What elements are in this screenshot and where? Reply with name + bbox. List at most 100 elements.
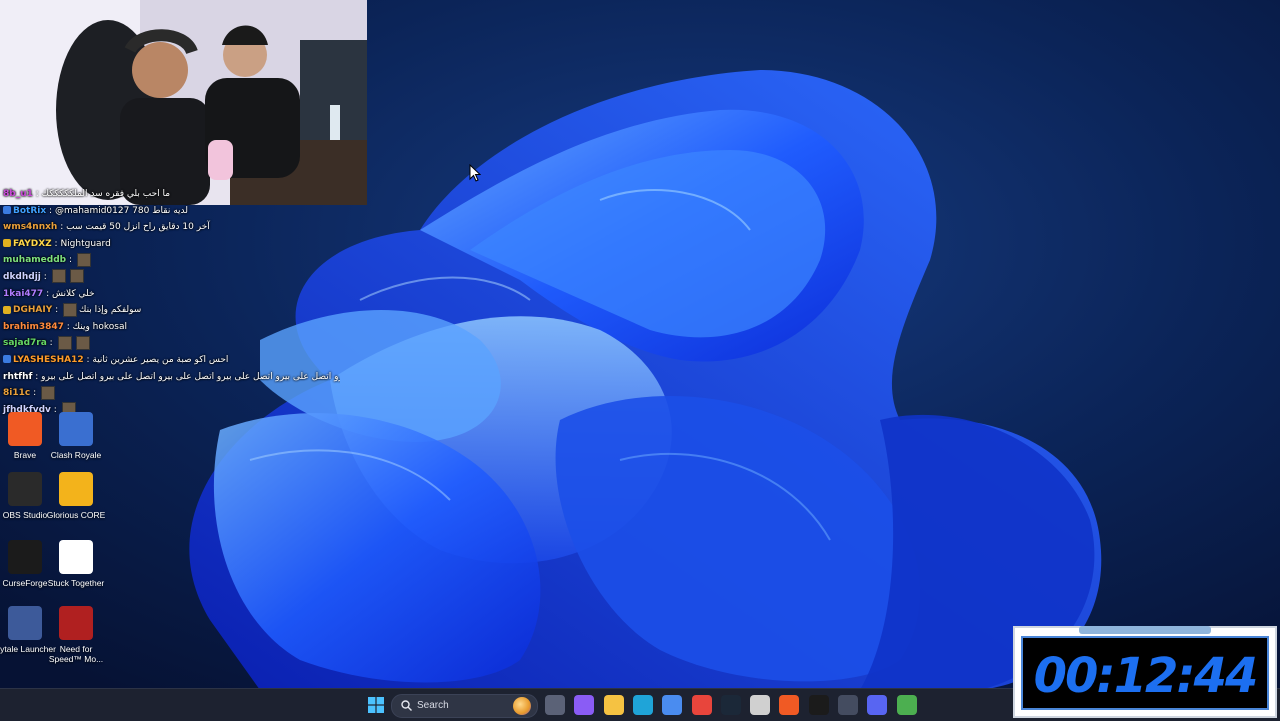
chat-separator: : — [32, 189, 42, 199]
chat-message: BotRix : @mahamid0127 780 لديه نقاط — [0, 203, 340, 220]
chat-text: ما احب بلي فقره سد الملكككككك — [41, 189, 171, 199]
desktop-icon-nfs[interactable]: Need for Speed™ Mo... — [45, 606, 107, 664]
chat-badge-icon — [3, 206, 11, 215]
chat-text: آخر 10 دقايق راح انزل 50 قيمت سب — [66, 222, 210, 233]
chat-separator: : — [66, 255, 75, 266]
chat-emote-icon — [63, 302, 77, 317]
chat-emote-icon — [76, 252, 91, 267]
glorious-icon — [59, 472, 93, 506]
chat-separator: : — [32, 371, 42, 382]
desktop-icon-label: Stuck Together — [47, 578, 105, 588]
chat-username[interactable]: muhameddb — [3, 255, 66, 265]
lamp-graphic — [208, 140, 233, 180]
curseforge-icon[interactable] — [808, 695, 829, 715]
desktop-icon-label: Need for Speed™ Mo... — [48, 644, 104, 664]
desktop-icon-glorious[interactable]: Glorious CORE — [45, 472, 107, 520]
mouse-cursor-icon — [469, 164, 481, 182]
chat-separator: : — [30, 388, 39, 399]
chat-message: DGHAIY : سولفكم وإذا بنك — [0, 302, 340, 319]
chat-message: FAYDXZ : Nightguard — [0, 236, 340, 253]
package-icon[interactable] — [896, 695, 917, 715]
chat-username[interactable]: wms4nnxh — [3, 222, 57, 232]
microsoft-store-icon[interactable] — [662, 695, 683, 715]
taskbar-search-box[interactable]: Search — [391, 694, 538, 718]
chat-message: brahim3847 : وينك hokosal — [0, 319, 340, 336]
timer-value: 00:12:44 — [1033, 648, 1259, 704]
timer-display: 00:12:44 — [1021, 636, 1269, 710]
windows-logo-icon — [368, 697, 384, 713]
app-icon[interactable] — [838, 695, 858, 715]
brave-icon — [8, 412, 42, 446]
chat-emote-icon — [75, 335, 90, 350]
start-button[interactable] — [366, 695, 386, 715]
chat-separator: : — [46, 338, 56, 349]
bottle-graphic — [330, 105, 340, 140]
chat-message: 8b_u1 : ما احب بلي فقره سد الملكككككك — [0, 186, 340, 203]
desktop-icon-clash-royale[interactable]: Clash Royale — [45, 412, 107, 460]
search-placeholder: Search — [417, 700, 449, 711]
chat-message: dkdhdjj : — [0, 269, 340, 286]
stream-chat: 8b_u1 : ما احب بلي فقره سد الملكككككك Bot… — [0, 186, 340, 417]
webcam-overlay — [0, 0, 367, 205]
chat-badge-icon — [3, 355, 11, 364]
desktop-icon-label: Clash Royale — [50, 450, 102, 460]
chat-emote-icon — [40, 385, 55, 400]
desktop-icon-file[interactable]: Stuck Together — [45, 540, 107, 588]
file-icon — [59, 540, 93, 574]
chat-username[interactable]: DGHAIY — [13, 305, 52, 315]
chat-username[interactable]: 1kai477 — [3, 289, 43, 299]
chat-username[interactable]: brahim3847 — [3, 322, 64, 332]
curseforge-icon — [8, 540, 42, 574]
steelseries-icon[interactable] — [750, 695, 771, 715]
chat-username[interactable]: dkdhdjj — [3, 272, 41, 282]
brave-icon[interactable] — [779, 695, 800, 715]
chat-badge-icon — [3, 239, 11, 248]
file-explorer-icon[interactable] — [603, 695, 624, 715]
edge-icon[interactable] — [632, 695, 653, 715]
chat-text: خلي كلانش — [51, 288, 95, 299]
chat-username[interactable]: LYASHESHA12 — [13, 355, 84, 365]
chat-username[interactable]: sajad7ra — [3, 338, 47, 348]
chat-username[interactable]: BotRix — [13, 206, 46, 216]
chat-message: LYASHESHA12 : احس اكو صبة من يصير عشرين … — [0, 352, 340, 369]
desktop-icon-label: Glorious CORE — [46, 510, 106, 520]
search-icon — [401, 700, 412, 711]
chat-username[interactable]: FAYDXZ — [13, 239, 52, 249]
hytale-icon — [8, 606, 42, 640]
obs-icon — [8, 472, 42, 506]
chat-separator: : — [43, 288, 52, 299]
chat-emote-icon — [69, 269, 84, 284]
chat-emote-icon — [57, 335, 72, 350]
chat-separator: : — [57, 222, 67, 233]
task-view-icon[interactable] — [545, 695, 565, 715]
chat-separator: : — [46, 205, 55, 216]
chat-emote-icon — [51, 269, 66, 284]
chat-message: 8i11c : — [0, 385, 340, 402]
discord-icon[interactable] — [867, 695, 888, 715]
chat-text: احس اكو صبة من يصير عشرين ثانية — [92, 354, 229, 365]
chat-message: wms4nnxh : آخر 10 دقايق راح انزل 50 قيمت… — [0, 219, 340, 236]
steam-icon[interactable] — [720, 695, 741, 715]
chat-message: 1kai477 : خلي كلانش — [0, 286, 340, 303]
chrome-icon[interactable] — [691, 695, 712, 715]
chat-username[interactable]: rhtfhf — [3, 372, 32, 382]
chat-username[interactable]: 8i11c — [3, 388, 30, 398]
chat-separator: : — [52, 305, 61, 316]
chat-text: سولفكم وإذا بنك — [79, 305, 142, 316]
chat-text: وينك hokosal — [72, 321, 127, 332]
copilot-icon[interactable] — [574, 695, 595, 715]
chat-text: Nightguard — [60, 238, 111, 249]
chat-message: rhtfhf : اتصل على بيرو اتصل على بيرو اتص… — [0, 369, 340, 386]
search-highlight-icon — [513, 697, 531, 715]
person-one-head — [132, 42, 188, 98]
timer-top-bar — [1079, 626, 1211, 634]
chat-text: اتصل على بيرو اتصل على بيرو اتصل على بير… — [41, 371, 340, 382]
chat-message: muhameddb : — [0, 252, 340, 269]
chat-separator: : — [40, 271, 50, 282]
chat-badge-icon — [3, 305, 11, 314]
nfs-icon — [59, 606, 93, 640]
chat-message: sajad7ra : — [0, 335, 340, 352]
chat-text: @mahamid0127 780 لديه نقاط — [54, 205, 189, 216]
stream-timer: 00:12:44 — [1013, 626, 1277, 718]
chat-username[interactable]: 8b_u1 — [3, 189, 33, 199]
